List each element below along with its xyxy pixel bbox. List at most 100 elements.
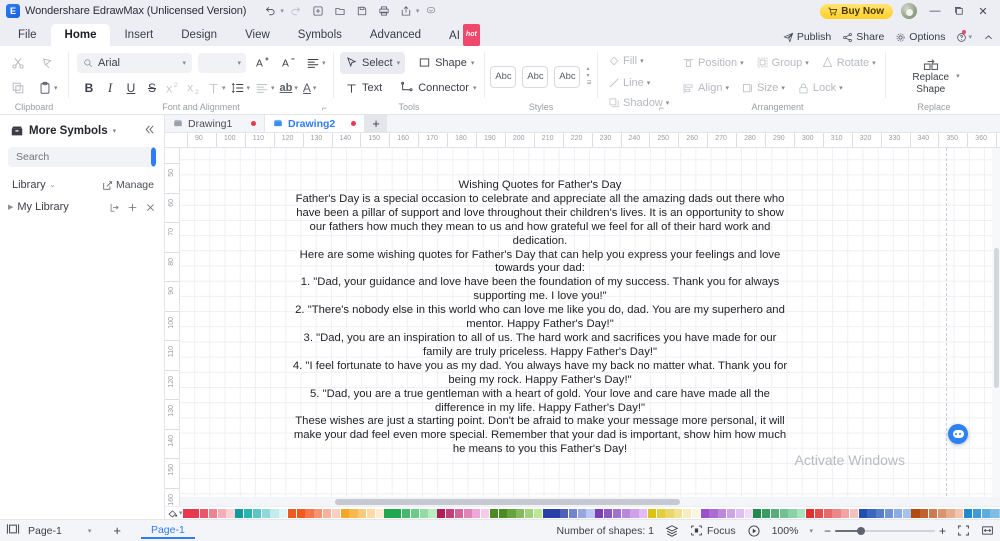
color-swatch[interactable] [990,508,999,518]
line-dropdown-icon[interactable]: ▾ [647,79,651,87]
color-swatch[interactable] [560,508,569,518]
color-swatch[interactable] [867,508,876,518]
color-swatch[interactable] [955,508,964,518]
color-swatch[interactable] [323,508,332,518]
color-swatch[interactable] [770,508,780,518]
library-expand-icon[interactable]: ⌄ [50,181,56,189]
subscript-button[interactable]: X2 [184,78,204,98]
position-button[interactable]: Position ▾ [682,52,744,74]
font-color-dropdown-icon[interactable]: ▾ [313,84,317,92]
buy-now-button[interactable]: Buy Now [820,3,893,19]
color-swatch[interactable] [928,508,938,518]
shadow-dropdown-icon[interactable]: ▾ [666,99,670,107]
underline-button[interactable]: U [121,78,141,98]
color-swatch[interactable] [200,508,209,518]
font-size-field[interactable]: ▾ [198,52,246,73]
font-family-field[interactable]: ▾ [77,52,192,73]
style-scroll-up-icon[interactable]: ▴ [586,66,591,72]
color-swatch[interactable] [981,508,990,518]
color-swatch[interactable] [410,508,420,518]
sidebar-title-dropdown-icon[interactable]: ▾ [113,127,117,135]
color-swatch[interactable] [454,508,463,518]
align-dropdown-icon[interactable]: ▾ [725,84,729,92]
color-swatch[interactable] [700,508,709,518]
color-swatch[interactable] [445,508,455,518]
export-dropdown-icon[interactable]: ▾ [416,7,420,15]
color-swatch[interactable] [902,508,911,518]
text-style-button[interactable]: ▾ [205,77,228,99]
color-swatch[interactable] [481,508,490,518]
page-tab-page1[interactable]: Page-1 [140,522,195,539]
strikethrough-button[interactable]: S [142,78,162,98]
color-swatch[interactable] [841,508,850,518]
tab-symbols[interactable]: Symbols [284,24,356,46]
color-swatch[interactable] [779,508,788,518]
color-swatch[interactable] [375,508,384,518]
search-button[interactable]: Search [151,147,156,167]
document-tab-drawing1[interactable]: Drawing1 [165,115,265,132]
color-swatch[interactable] [340,508,349,518]
collapse-ribbon-button[interactable] [983,32,994,43]
highlight-dropdown-icon[interactable]: ▾ [294,84,298,92]
color-swatch[interactable] [586,508,595,518]
color-swatch[interactable] [753,508,762,518]
color-swatch[interactable] [393,508,402,518]
style-scroll-down-icon[interactable]: ▾ [586,73,591,79]
color-swatch[interactable] [437,508,446,518]
tab-insert[interactable]: Insert [110,24,167,46]
palette-swatches[interactable] [182,508,1000,518]
options-button[interactable]: Options [895,31,945,43]
present-icon[interactable] [747,524,761,538]
format-painter-icon[interactable] [38,53,58,73]
save-icon[interactable] [352,2,372,20]
style-swatch-2[interactable]: Abc [522,65,549,88]
color-swatch[interactable] [876,508,885,518]
line-button[interactable]: Line ▾ [606,72,652,94]
close-button[interactable]: ✕ [972,0,994,22]
style-gallery[interactable]: Abc Abc Abc ▴ ▾ ⋥ [486,63,596,90]
color-swatch[interactable] [639,508,648,518]
font-dialog-launcher[interactable]: ⌐ [322,103,327,113]
color-swatch[interactable] [972,508,982,518]
color-swatch[interactable] [419,508,428,518]
tab-view[interactable]: View [231,24,284,46]
symbol-search-row[interactable]: Search [8,147,156,167]
color-swatch[interactable] [788,508,797,518]
vertical-scrollbar[interactable] [992,148,1000,497]
paragraph-align-dropdown-icon[interactable]: ▾ [322,59,326,67]
document-tab-drawing2[interactable]: Drawing2 [265,115,365,132]
italic-button[interactable]: I [100,78,120,98]
style-swatch-1[interactable]: Abc [490,65,517,88]
color-swatch[interactable] [252,508,261,518]
line-spacing-dropdown-icon[interactable]: ▾ [247,84,251,92]
bold-button[interactable]: B [79,78,99,98]
color-swatch[interactable] [243,508,253,518]
color-swatch[interactable] [937,508,946,518]
color-swatch[interactable] [349,508,358,518]
horizontal-ruler[interactable]: 90 100 110 120 130 140 150 160 170 180 190 200 210 22… [165,133,1000,148]
highlight-button[interactable]: ab ▾ [278,77,300,99]
select-tool-button[interactable]: Select ▾ [340,51,406,74]
color-swatch[interactable] [507,508,516,518]
color-swatch[interactable] [463,508,472,518]
color-swatch[interactable] [911,508,920,518]
cut-icon[interactable] [8,53,28,73]
print-icon[interactable] [374,2,394,20]
rotate-dropdown-icon[interactable]: ▾ [872,59,876,67]
font-family-dropdown-icon[interactable]: ▾ [182,59,186,67]
color-swatch[interactable] [384,508,393,518]
text-tool-button[interactable]: Text [340,77,387,99]
color-swatch[interactable] [542,508,551,518]
tab-home[interactable]: Home [50,24,111,46]
add-icon[interactable] [127,202,138,213]
color-swatch[interactable] [832,508,841,518]
color-swatch[interactable] [735,508,744,518]
minimize-button[interactable]: — [924,0,946,22]
color-swatch[interactable] [805,508,815,518]
page-dropdown-icon[interactable]: ▾ [88,527,92,535]
vertical-ruler[interactable]: 50 60 70 80 90 100 110 120 130 140 150 160 [165,148,180,506]
color-swatch[interactable] [208,508,218,518]
color-swatch[interactable] [964,508,973,518]
rotate-button[interactable]: Rotate ▾ [821,52,876,74]
zoom-out-button[interactable]: − [824,524,831,538]
